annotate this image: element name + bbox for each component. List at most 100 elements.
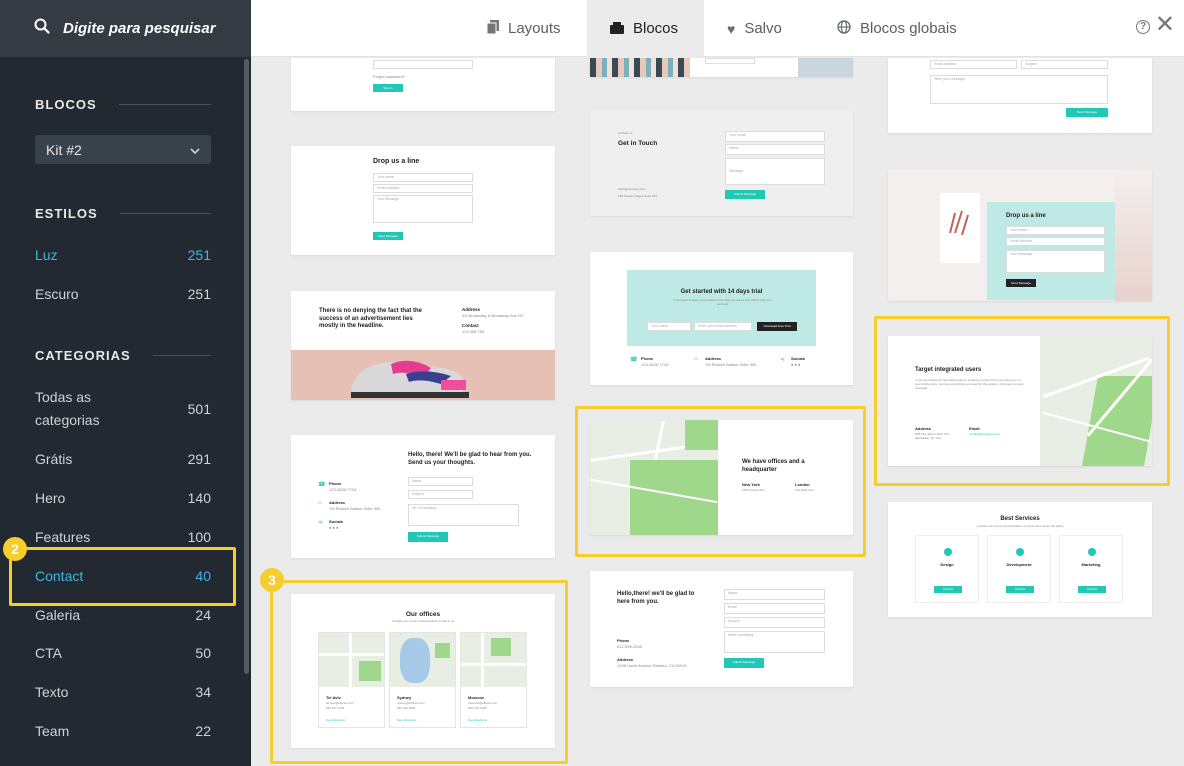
category-count: 50 <box>195 645 211 661</box>
service-button: Contact <box>1006 586 1034 593</box>
category-item-cta[interactable]: CTA 50 <box>35 645 211 661</box>
step-badge-2: 2 <box>3 537 27 561</box>
name-field: Name <box>725 144 825 155</box>
name-field: Your Name <box>1006 226 1105 235</box>
style-label: Escuro <box>35 286 79 302</box>
card-subtitle: Contact one of our representatives to kn… <box>976 524 1064 528</box>
email-field: Email address <box>930 60 1017 69</box>
category-label: Hero <box>35 490 66 506</box>
category-item-hero[interactable]: Hero 140 <box>35 490 211 506</box>
block-card-login[interactable]: Forgot password? Sign in <box>291 58 555 111</box>
category-count: 291 <box>187 451 211 467</box>
address-label: Address <box>705 356 722 361</box>
category-count: 34 <box>195 684 211 700</box>
block-card-trial[interactable]: Get started with 14 days trial If you wa… <box>590 252 853 385</box>
style-item-escuro[interactable]: Escuro 251 <box>35 286 211 302</box>
address-value: 1208 Uncle Avenue Remato, CA 90019 <box>617 663 687 668</box>
tab-label: Layouts <box>508 20 561 37</box>
category-item-team[interactable]: Team 22 <box>35 723 211 739</box>
message-field: Your Message <box>1006 250 1105 273</box>
block-card-services[interactable]: Best Services Contact one of our represe… <box>888 502 1152 617</box>
contact-value: 123 456 789 <box>462 329 485 334</box>
block-card-hello[interactable]: Hello, there! We'll be glad to hear from… <box>291 435 555 558</box>
category-label: Todas as categorias <box>35 389 100 428</box>
tab-blocos-globais[interactable]: Blocos globais <box>827 0 967 57</box>
search-icon <box>34 18 50 39</box>
help-icon[interactable]: ? <box>1136 20 1150 34</box>
phone-value: 612-599-3345 <box>617 644 642 649</box>
card-subtitle: If you want to learn your product more w… <box>673 298 772 307</box>
contact-address: 239 Newton Hayes Suite 304 <box>618 194 657 198</box>
category-label: Features <box>35 529 91 545</box>
block-card-hello-2[interactable]: Hello,there! we'll be glad to here from … <box>590 571 853 687</box>
block-card-get-in-touch[interactable]: Contact us Get in Touch hello@company.co… <box>590 111 853 216</box>
service-icon <box>944 548 952 556</box>
heart-icon: ♥ <box>727 20 736 37</box>
share-icon: ⋖ <box>318 520 324 526</box>
service-card: Development · · · · · · · · · Contact <box>987 535 1051 603</box>
block-card-shoe[interactable]: There is no denying the fact that the su… <box>291 291 555 400</box>
card-title: Drop us a line <box>373 158 420 165</box>
socials-label: Socials <box>329 519 344 524</box>
tab-blocos[interactable]: Blocos <box>587 0 704 57</box>
subject-field: Subject <box>724 617 825 628</box>
category-item-galeria[interactable]: Galeria 24 <box>35 607 211 623</box>
block-card-drop-line[interactable]: Drop us a line Your name Email Address Y… <box>291 146 555 255</box>
socials-label: Socials <box>791 356 806 361</box>
signin-button: Sign in <box>373 84 403 92</box>
tab-label: Blocos globais <box>860 20 957 37</box>
style-item-luz[interactable]: Luz 251 <box>35 247 211 263</box>
block-card-image-strip[interactable] <box>590 58 853 77</box>
submit-button: Submit Message <box>725 190 765 199</box>
category-label: Team <box>35 723 70 739</box>
card-title: Get started with 14 days trial <box>680 289 763 295</box>
email-field: Your email <box>725 131 825 142</box>
download-button: Download Free Trial <box>757 322 797 331</box>
category-count: 100 <box>187 529 211 545</box>
tab-salvo[interactable]: ♥ Salvo <box>717 0 797 57</box>
service-text: · · · · · · · · · <box>1084 570 1098 573</box>
category-item-gratis[interactable]: Grátis 291 <box>35 451 211 467</box>
service-name: Development <box>1006 562 1032 567</box>
service-button: Contact <box>1078 586 1106 593</box>
sidebar-scrollbar[interactable] <box>244 59 249 674</box>
sidebar: Digite para pesquisar BLOCOS Kit #2 ESTI… <box>0 0 251 766</box>
block-card-drop-line-image[interactable]: Drop us a line Your Name Email Address Y… <box>888 169 1152 301</box>
globe-icon <box>837 20 851 37</box>
category-label: Grátis <box>35 451 73 467</box>
kit-select-value: Kit #2 <box>46 141 82 158</box>
category-item-todas[interactable]: Todas as categorias 501 <box>35 386 211 432</box>
category-count: 501 <box>187 401 211 417</box>
offices-highlight <box>270 580 568 764</box>
kit-select[interactable]: Kit #2 <box>35 135 211 164</box>
search-input[interactable]: Digite para pesquisar <box>63 20 216 37</box>
estilos-heading: ESTILOS <box>35 206 211 221</box>
step-badge-3: 3 <box>260 568 284 592</box>
service-card: Marketing · · · · · · · · · Contact <box>1059 535 1123 603</box>
style-label: Luz <box>35 247 58 263</box>
service-card: Design · · · · · · · · · Contact <box>915 535 979 603</box>
message-field: Write your message <box>930 75 1108 104</box>
close-icon[interactable]: ✕ <box>1155 13 1175 37</box>
service-text: · · · · · · · · · <box>940 570 954 573</box>
category-item-texto[interactable]: Texto 34 <box>35 684 211 700</box>
category-item-features[interactable]: Features 100 <box>35 529 211 545</box>
strip-image <box>590 58 690 77</box>
category-count: 24 <box>195 607 211 623</box>
submit-button: Submit Message <box>724 658 764 668</box>
decor-branch <box>1114 169 1152 301</box>
email-field: Email Address <box>373 184 473 193</box>
email-field: Enter your email address <box>694 322 752 331</box>
service-text: · · · · · · · · · <box>1012 570 1026 573</box>
block-card-message-form[interactable]: Email address Subject Write your message… <box>888 58 1152 133</box>
tab-layouts[interactable]: Layouts <box>477 0 577 57</box>
category-label: Galeria <box>35 607 81 623</box>
service-button: Contact <box>934 586 962 593</box>
email-field: Email Address <box>1006 237 1105 246</box>
service-name: Design <box>940 562 954 567</box>
card-title: Hello, there! We'll be glad to hear from… <box>408 452 532 466</box>
search-bar[interactable]: Digite para pesquisar <box>0 0 251 57</box>
contact-label: Contact <box>462 323 479 328</box>
contact-email: hello@company.com <box>618 187 646 191</box>
social-icons: ● ● ● <box>791 362 801 367</box>
